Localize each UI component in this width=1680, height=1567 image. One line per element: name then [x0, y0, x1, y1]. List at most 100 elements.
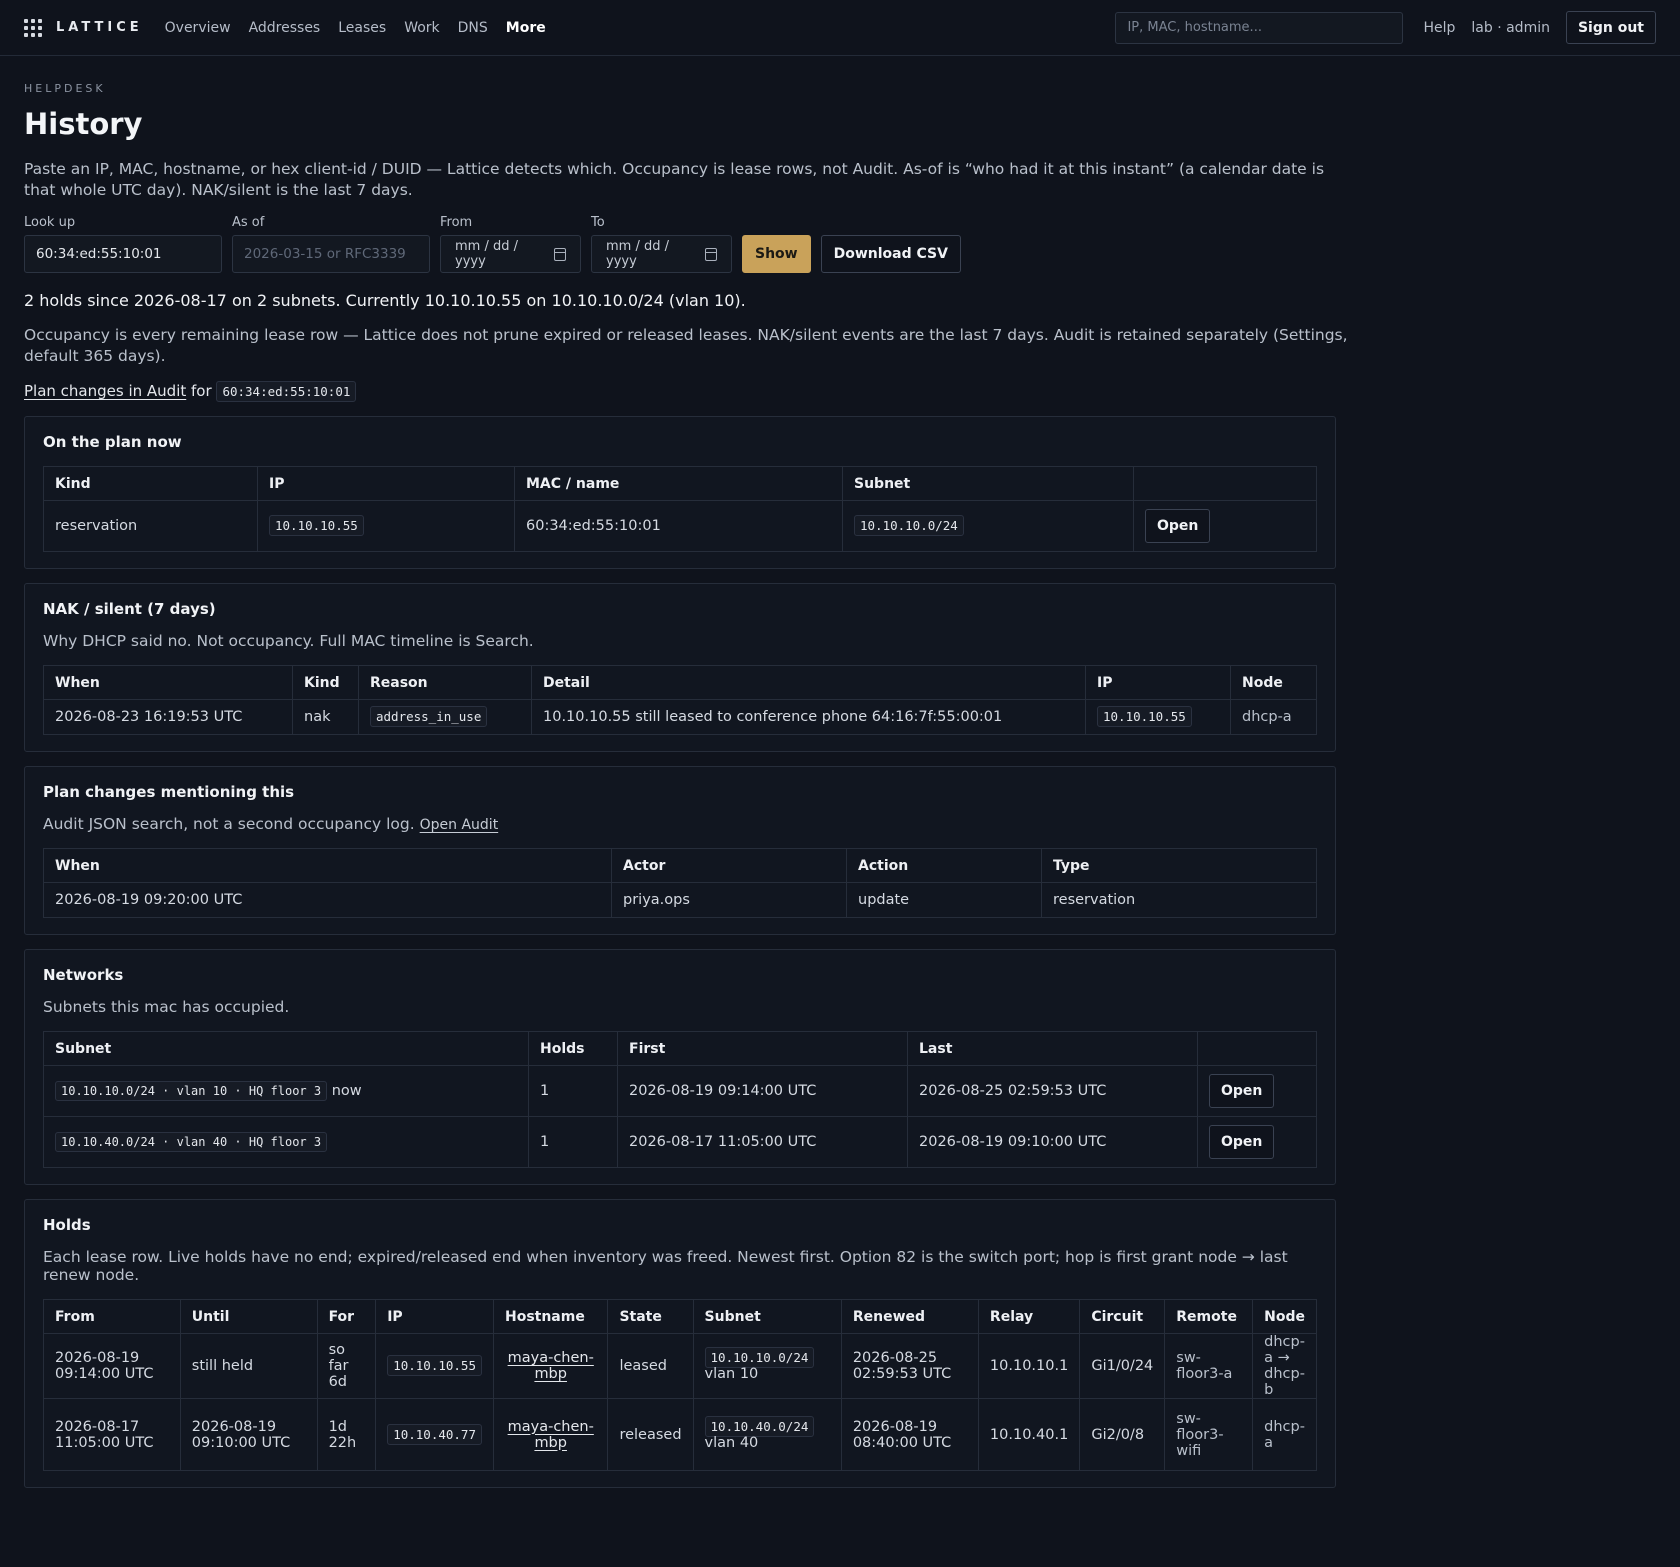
cell-kind: reservation: [43, 500, 258, 552]
lookup-input[interactable]: [24, 235, 222, 273]
show-button[interactable]: Show: [742, 235, 811, 273]
column-header: Reason: [358, 665, 532, 700]
panel-title: On the plan now: [43, 433, 182, 451]
table-header-row: Kind IP MAC / name Subnet: [43, 466, 1317, 501]
help-link[interactable]: Help: [1423, 20, 1455, 36]
plan-changes-table: When Actor Action Type 2026-08-19 09:20:…: [43, 848, 1317, 918]
holds-panel: Holds Each lease row. Live holds have no…: [24, 1199, 1336, 1488]
column-header: Actor: [611, 848, 847, 883]
nav-more[interactable]: More: [506, 20, 546, 36]
cell-action: Open: [1133, 500, 1317, 552]
lookup-label: Look up: [24, 215, 76, 230]
column-header: [1133, 466, 1317, 501]
open-audit-link[interactable]: Open Audit: [420, 817, 499, 833]
column-header: Type: [1041, 848, 1317, 883]
column-header: Holds: [528, 1031, 618, 1066]
ip-code: 10.10.40.77: [387, 1423, 482, 1445]
panel-description: Each lease row. Live holds have no end; …: [43, 1248, 1288, 1284]
asof-input[interactable]: [232, 235, 430, 273]
ip-code: 10.10.10.55: [1097, 706, 1192, 727]
column-header: Subnet: [692, 1299, 842, 1334]
column-header: Subnet: [43, 1031, 529, 1066]
column-header: IP: [375, 1299, 494, 1334]
cell-relay: 10.10.10.1: [977, 1333, 1081, 1399]
cell-mac: 60:34:ed:55:10:01: [514, 500, 843, 552]
nav-addresses[interactable]: Addresses: [249, 20, 321, 36]
cell-node: dhcp-a: [1230, 699, 1317, 735]
cell-ip: 10.10.10.55: [257, 500, 515, 552]
plan-now-panel: On the plan now Kind IP MAC / name Subne…: [24, 416, 1336, 569]
cell-ip: 10.10.40.77: [375, 1398, 494, 1471]
open-button[interactable]: Open: [1209, 1074, 1275, 1108]
from-date-input[interactable]: mm / dd / yyyy: [440, 235, 581, 273]
asof-field: As of: [232, 215, 430, 273]
table-row: reservation 10.10.10.55 60:34:ed:55:10:0…: [43, 500, 1317, 552]
nav-overview[interactable]: Overview: [165, 20, 231, 36]
panel-description: Why DHCP said no. Not occupancy. Full MA…: [43, 632, 534, 650]
hostname-link[interactable]: maya-chen-mbp: [508, 1350, 594, 1382]
open-button[interactable]: Open: [1209, 1125, 1275, 1159]
now-label: now: [331, 1083, 362, 1099]
column-header: [1197, 1031, 1317, 1066]
cell-last: 2026-08-19 09:10:00 UTC: [907, 1116, 1198, 1168]
table-header-row: When Kind Reason Detail IP Node: [43, 665, 1317, 700]
table-row: 10.10.10.0/24 · vlan 10 · HQ floor 3 now…: [43, 1065, 1317, 1117]
description-text: Audit JSON search, not a second occupanc…: [43, 815, 415, 833]
cell-state: leased: [607, 1333, 694, 1399]
from-field: From mm / dd / yyyy: [440, 215, 581, 273]
cell-ip: 10.10.10.55: [1085, 699, 1231, 735]
cell-reason: address_in_use: [358, 699, 532, 735]
cell-remote: sw-floor3-a: [1164, 1333, 1254, 1399]
cell-first: 2026-08-17 11:05:00 UTC: [617, 1116, 908, 1168]
cell-renewed: 2026-08-25 02:59:53 UTC: [840, 1333, 979, 1399]
cell-renewed: 2026-08-19 08:40:00 UTC: [840, 1398, 979, 1471]
column-header: MAC / name: [514, 466, 843, 501]
vlan-label: vlan 40: [704, 1434, 759, 1451]
cell-subnet: 10.10.40.0/24 vlan 40: [692, 1398, 842, 1471]
cell-when: 2026-08-19 09:20:00 UTC: [43, 882, 612, 918]
page-title: History: [24, 107, 143, 141]
cell-actor: priya.ops: [611, 882, 847, 918]
subnet-code: 10.10.40.0/24 · vlan 40 · HQ floor 3: [55, 1132, 328, 1152]
calendar-icon[interactable]: [553, 247, 566, 261]
table-row: 2026-08-17 11:05:00 UTC 2026-08-19 09:10…: [43, 1398, 1317, 1471]
to-label: To: [591, 215, 605, 230]
nav-work[interactable]: Work: [404, 20, 439, 36]
page-intro: Paste an IP, MAC, hostname, or hex clien…: [24, 160, 1325, 199]
to-field: To mm / dd / yyyy: [591, 215, 732, 273]
grid-icon: [24, 18, 42, 37]
cell-from: 2026-08-17 11:05:00 UTC: [43, 1398, 181, 1471]
column-header: IP: [1085, 665, 1231, 700]
column-header: Hostname: [492, 1299, 609, 1334]
nav-leases[interactable]: Leases: [338, 20, 386, 36]
to-date-input[interactable]: mm / dd / yyyy: [591, 235, 732, 273]
cell-kind: nak: [292, 699, 359, 735]
to-date-placeholder: mm / dd / yyyy: [606, 239, 669, 269]
history-summary: 2 holds since 2026-08-17 on 2 subnets. C…: [24, 291, 746, 310]
logo[interactable]: LATTICE: [24, 18, 143, 37]
cell-until: still held: [179, 1333, 318, 1399]
history-form: Look up As of From mm / dd / yyyy To mm …: [24, 215, 1336, 273]
panel-title: NAK / silent (7 days): [43, 600, 216, 618]
section-eyebrow: HELPDESK: [24, 82, 106, 95]
sign-out-button[interactable]: Sign out: [1565, 11, 1656, 44]
cell-first: 2026-08-19 09:14:00 UTC: [617, 1065, 908, 1117]
calendar-icon[interactable]: [704, 247, 717, 261]
holds-table: From Until For IP Hostname State Subnet …: [43, 1299, 1317, 1471]
column-header: State: [607, 1299, 694, 1334]
download-csv-button[interactable]: Download CSV: [820, 235, 961, 273]
hostname-link[interactable]: maya-chen-mbp: [508, 1419, 594, 1451]
panel-title: Plan changes mentioning this: [43, 783, 295, 801]
open-button[interactable]: Open: [1145, 509, 1211, 543]
column-header: Until: [179, 1299, 318, 1334]
global-search-input[interactable]: [1115, 11, 1404, 44]
plan-changes-audit-link[interactable]: Plan changes in Audit: [24, 382, 186, 400]
cell-type: reservation: [1041, 882, 1317, 918]
panel-description: Subnets this mac has occupied.: [43, 998, 290, 1016]
panel-title: Holds: [43, 1216, 91, 1234]
cell-remote: sw-floor3-wifi: [1164, 1398, 1254, 1471]
nak-table: When Kind Reason Detail IP Node 2026-08-…: [43, 665, 1317, 735]
nav-dns[interactable]: DNS: [458, 20, 488, 36]
table-header-row: When Actor Action Type: [43, 848, 1317, 883]
column-header: Node: [1252, 1299, 1317, 1334]
